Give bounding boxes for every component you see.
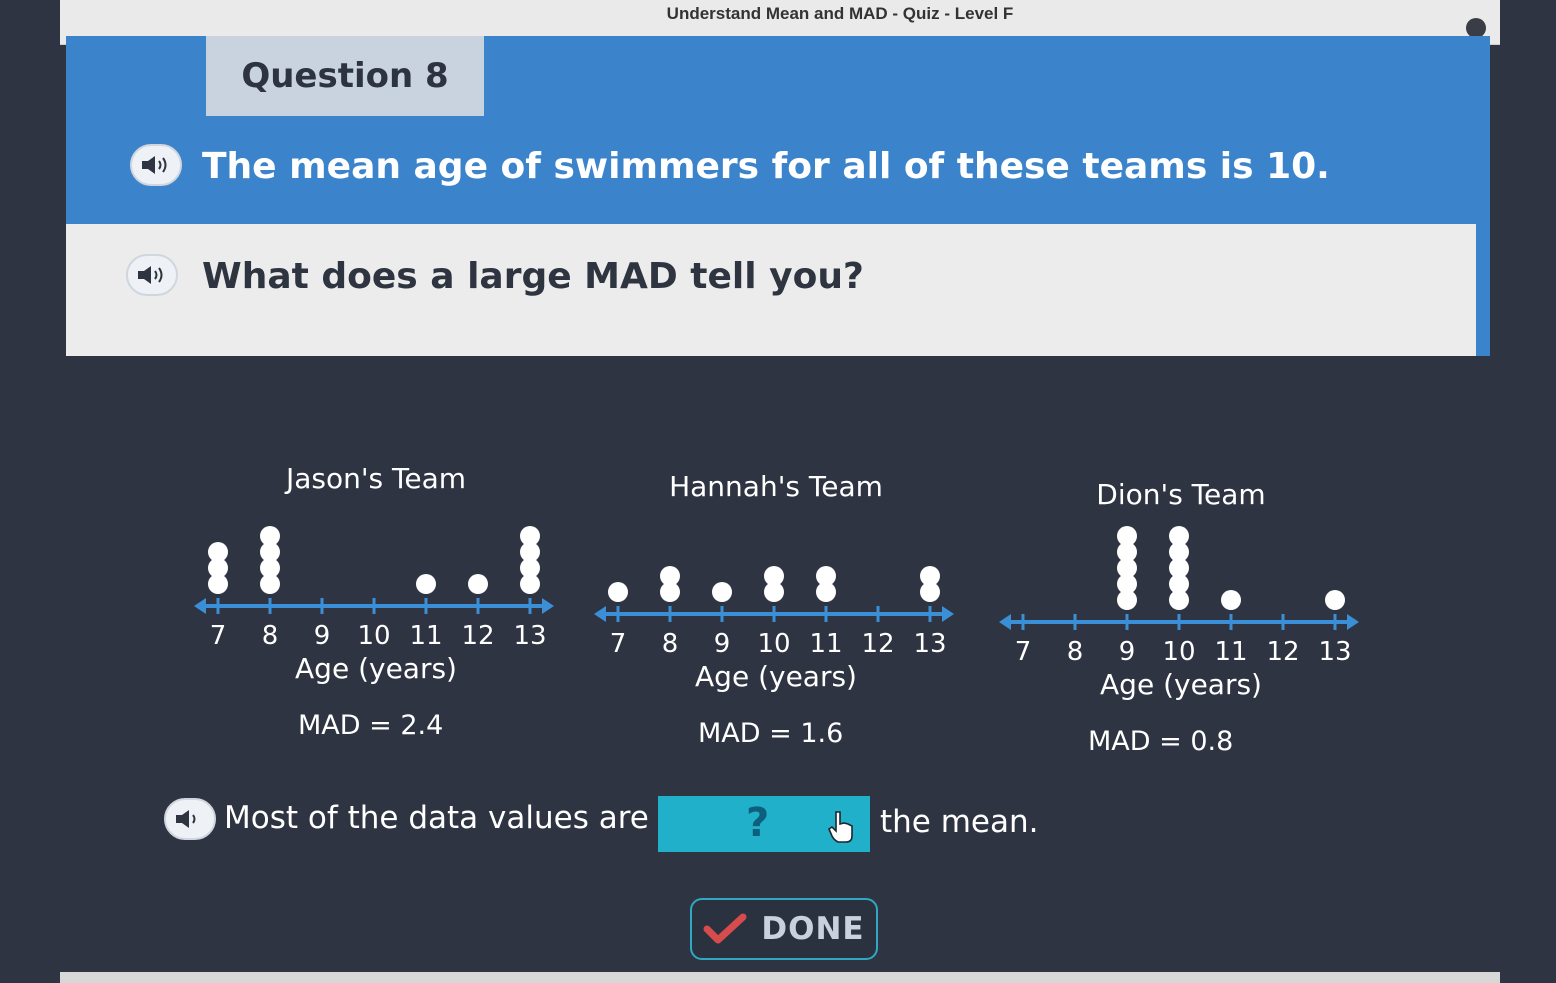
- data-dot: [520, 526, 540, 546]
- data-dot: [468, 574, 488, 594]
- dot-plot-dions-team: Dion's Team 7 8 9 10 11 12 13 Age (years): [985, 466, 1385, 720]
- speaker-icon-glyph: [142, 156, 167, 174]
- x-tick-label: 12: [1266, 637, 1299, 667]
- x-tick-label: 12: [861, 629, 894, 659]
- mad-label-jasons-team: MAD = 2.4: [298, 710, 444, 741]
- done-button-label: DONE: [761, 911, 865, 947]
- x-tick-label: 11: [809, 629, 842, 659]
- data-dot: [1325, 590, 1345, 610]
- speaker-icon[interactable]: [126, 254, 178, 296]
- x-tick-label: 7: [1015, 637, 1032, 667]
- x-tick-label: 8: [662, 629, 679, 659]
- x-axis-left-arrow: [194, 598, 206, 614]
- data-dot: [1221, 590, 1241, 610]
- mad-label-hannahs-team: MAD = 1.6: [698, 718, 844, 749]
- x-tick-label: 7: [210, 621, 227, 651]
- data-dot: [208, 542, 228, 562]
- x-tick-label: 13: [513, 621, 546, 651]
- answer-text-after: the mean.: [880, 804, 1039, 840]
- done-button[interactable]: DONE: [690, 898, 878, 960]
- speaker-icon[interactable]: [130, 144, 182, 186]
- question-prompt: What does a large MAD tell you?: [202, 256, 864, 297]
- data-dot: [1169, 526, 1189, 546]
- x-tick-label: 10: [1162, 637, 1195, 667]
- window-status-dot: [1466, 18, 1486, 38]
- x-tick-label: 13: [1318, 637, 1351, 667]
- dot-plot-jasons-team-svg: Jason's Team 7 8 9 10 11 12 13 Age (years): [194, 462, 554, 685]
- data-dot: [260, 526, 280, 546]
- data-dot: [764, 566, 784, 586]
- answer-dropdown[interactable]: ?: [658, 796, 870, 852]
- chart-title: Jason's Team: [284, 462, 466, 495]
- mad-label-dions-team: MAD = 0.8: [1088, 726, 1234, 757]
- answer-row: Most of the data values are ? the mean.: [164, 792, 1064, 854]
- question-number: Question 8: [241, 56, 449, 96]
- x-axis-label: Age (years): [1100, 668, 1262, 701]
- question-statement: The mean age of swimmers for all of thes…: [202, 146, 1330, 187]
- window-title: Understand Mean and MAD - Quiz - Level F: [666, 4, 1014, 23]
- answer-text-before: Most of the data values are: [224, 800, 649, 836]
- x-axis-label: Age (years): [695, 660, 857, 693]
- x-axis-left-arrow: [999, 614, 1011, 630]
- x-tick-label: 10: [357, 621, 390, 651]
- checkmark-icon: [703, 913, 747, 944]
- x-tick-label: 13: [913, 629, 946, 659]
- x-axis-right-arrow: [1347, 614, 1359, 630]
- dot-plot-jasons-team: Jason's Team 7 8 9 10 11 12 13 Age (years): [180, 450, 580, 704]
- x-tick-label: 10: [757, 629, 790, 659]
- dot-plot-hannahs-team-svg: Hannah's Team 7 8 9 10 11 12 13 Age (years): [594, 470, 954, 693]
- x-tick-label: 12: [461, 621, 494, 651]
- dot-plot-dions-team-svg: Dion's Team 7 8 9 10 11 12 13 Age (years): [999, 478, 1359, 701]
- x-axis-left-arrow: [594, 606, 606, 622]
- question-number-tab: Question 8: [206, 36, 484, 116]
- chart-title: Hannah's Team: [669, 470, 883, 503]
- answer-dropdown-placeholder: ?: [746, 800, 770, 846]
- x-axis-right-arrow: [942, 606, 954, 622]
- x-axis-right-arrow: [542, 598, 554, 614]
- speaker-icon[interactable]: [164, 798, 216, 840]
- chart-title: Dion's Team: [1096, 478, 1265, 511]
- x-tick-label: 9: [314, 621, 331, 651]
- hand-pointer-icon: [828, 811, 853, 843]
- question-prompt-strip: What does a large MAD tell you?: [66, 224, 1476, 356]
- data-dot: [608, 582, 628, 602]
- data-dot: [920, 566, 940, 586]
- speaker-icon-glyph: [176, 810, 196, 828]
- x-tick-label: 11: [409, 621, 442, 651]
- data-dot: [816, 566, 836, 586]
- screen-bottom-edge: [60, 972, 1500, 983]
- x-tick-label: 11: [1214, 637, 1247, 667]
- x-tick-label: 8: [1067, 637, 1084, 667]
- data-dot: [1117, 526, 1137, 546]
- x-tick-label: 9: [714, 629, 731, 659]
- prompt-panel: Question 8 The mean age of swimmers for …: [66, 36, 1490, 356]
- data-dot: [416, 574, 436, 594]
- speaker-icon-glyph: [138, 266, 163, 284]
- x-axis-label: Age (years): [295, 652, 457, 685]
- dot-plot-hannahs-team: Hannah's Team 7 8 9 10 11 12 13 Age (years): [580, 458, 980, 712]
- x-tick-label: 8: [262, 621, 279, 651]
- data-dot: [660, 566, 680, 586]
- x-tick-label: 7: [610, 629, 627, 659]
- x-tick-label: 9: [1119, 637, 1136, 667]
- data-dot: [712, 582, 732, 602]
